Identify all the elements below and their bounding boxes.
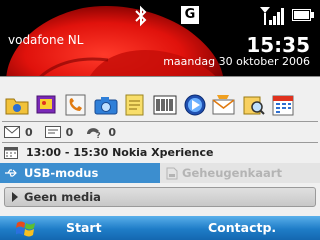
sms-count[interactable]: 0 xyxy=(44,125,74,139)
home-wallpaper: G vodafone NL 15:35 maandag 30 oktober 2… xyxy=(0,0,320,76)
calendar-icon[interactable] xyxy=(270,92,296,118)
appointment-item[interactable]: 13:00 - 15:30 Nokia Xperience xyxy=(4,143,213,162)
windows-logo-icon[interactable] xyxy=(16,220,36,238)
quick-launch-bar xyxy=(0,90,320,120)
contacts-softkey[interactable]: Contactp. xyxy=(208,216,276,240)
storage-card-option[interactable]: Geheugenkaart xyxy=(162,163,282,183)
pictures-icon[interactable] xyxy=(34,92,60,118)
contacts-search-icon[interactable] xyxy=(241,92,267,118)
usb-mode-row[interactable]: USB-modus Geheugenkaart xyxy=(0,163,320,183)
storage-card-label: Geheugenkaart xyxy=(182,166,282,180)
operator-name: vodafone NL xyxy=(8,33,84,47)
appointment-calendar-icon xyxy=(4,146,18,159)
memory-card-icon xyxy=(166,167,178,179)
media-player-icon[interactable] xyxy=(182,92,208,118)
email-count[interactable]: 0 xyxy=(4,126,33,139)
softkey-bar: Start Contactp. xyxy=(0,216,320,240)
start-softkey[interactable]: Start xyxy=(66,216,102,240)
appointment-text: 13:00 - 15:30 Nokia Xperience xyxy=(26,146,214,159)
voicemail-count-value: 0 xyxy=(108,125,116,139)
network-type-icon[interactable]: G xyxy=(181,6,199,24)
usb-icon xyxy=(5,169,17,177)
usb-mode-label: USB-modus xyxy=(24,166,99,180)
signal-strength-icon[interactable] xyxy=(258,5,286,27)
media-status: Geen media xyxy=(24,190,101,204)
camera-icon[interactable] xyxy=(93,92,119,118)
sms-count-value: 0 xyxy=(65,125,74,139)
today-panel: 0 0 ? 0 13:00 - 15:30 Nokia Xperience US… xyxy=(0,76,320,217)
voicemail-icon: ? xyxy=(87,128,101,139)
email-count-value: 0 xyxy=(25,125,33,139)
voicemail-count[interactable]: ? 0 xyxy=(85,125,116,139)
folder-icon[interactable] xyxy=(4,92,30,118)
clock-time[interactable]: 15:35 xyxy=(246,33,310,57)
messaging-icon[interactable] xyxy=(211,92,237,118)
svg-text:?: ? xyxy=(96,131,101,139)
usb-mode-option[interactable]: USB-modus xyxy=(0,163,160,183)
media-player-row[interactable]: Geen media xyxy=(4,187,316,207)
play-icon[interactable] xyxy=(12,192,18,202)
sms-icon xyxy=(44,126,61,138)
barcode-icon[interactable] xyxy=(152,92,178,118)
battery-icon[interactable] xyxy=(292,9,314,21)
email-icon xyxy=(4,126,20,138)
notes-icon[interactable] xyxy=(122,92,148,118)
phone-icon[interactable] xyxy=(63,92,89,118)
message-summary[interactable]: 0 0 ? 0 xyxy=(4,122,128,142)
bluetooth-icon[interactable] xyxy=(132,5,150,27)
clock-date[interactable]: maandag 30 oktober 2006 xyxy=(163,55,310,68)
